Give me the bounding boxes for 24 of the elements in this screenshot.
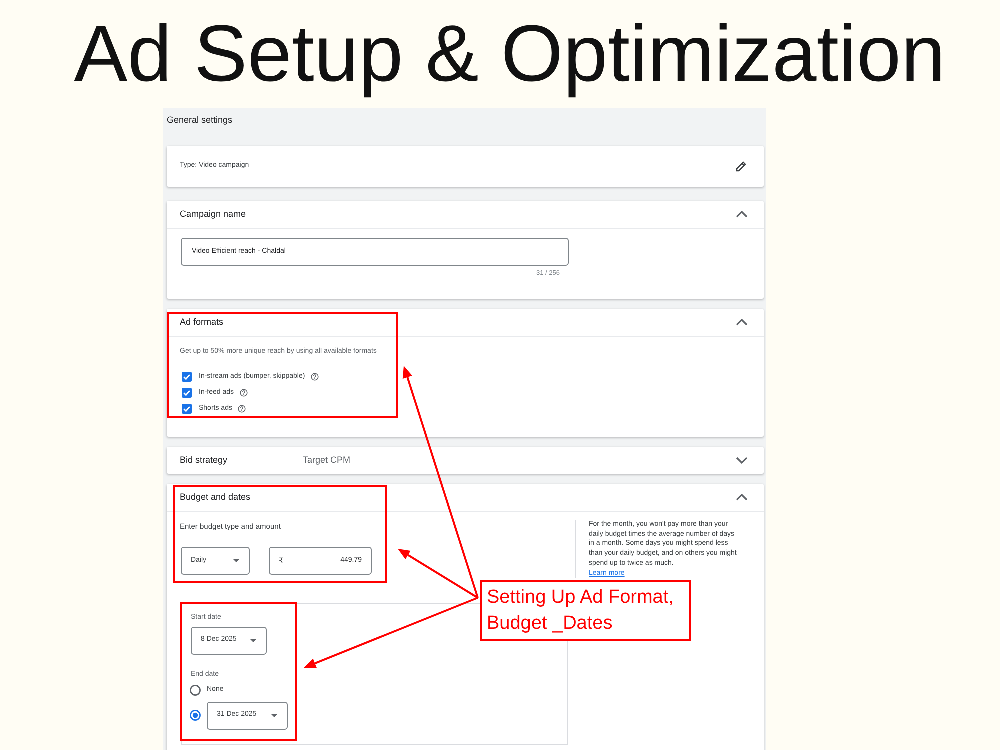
page-title: Ad Setup & Optimization xyxy=(73,8,947,100)
help-icon[interactable] xyxy=(238,405,246,413)
section-title: Budget and dates xyxy=(180,492,251,503)
section-title: Ad formats xyxy=(180,317,224,328)
section-title: Bid strategy xyxy=(180,455,229,466)
bid-strategy-value: Target CPM xyxy=(303,455,351,466)
help-icon[interactable] xyxy=(311,373,320,381)
help-icon[interactable] xyxy=(240,389,248,397)
checkbox[interactable] xyxy=(182,404,192,414)
chevron-down-icon[interactable] xyxy=(736,457,748,464)
caret-icon xyxy=(271,714,278,718)
panel-heading: General settings xyxy=(166,114,234,127)
section-title: Campaign name xyxy=(180,209,246,220)
chevron-up-icon[interactable] xyxy=(736,319,748,326)
radio-button[interactable] xyxy=(190,710,201,722)
caret-icon xyxy=(233,559,240,563)
chevron-up-icon[interactable] xyxy=(736,494,748,501)
chevron-up-icon[interactable] xyxy=(736,211,748,218)
radio-button[interactable] xyxy=(190,685,201,696)
checkbox[interactable] xyxy=(182,388,192,398)
pencil-icon[interactable] xyxy=(736,161,747,172)
checkbox[interactable] xyxy=(182,372,192,382)
caret-icon xyxy=(250,638,257,643)
annotation-label: Setting Up Ad Format, Budget _Dates xyxy=(480,580,691,641)
